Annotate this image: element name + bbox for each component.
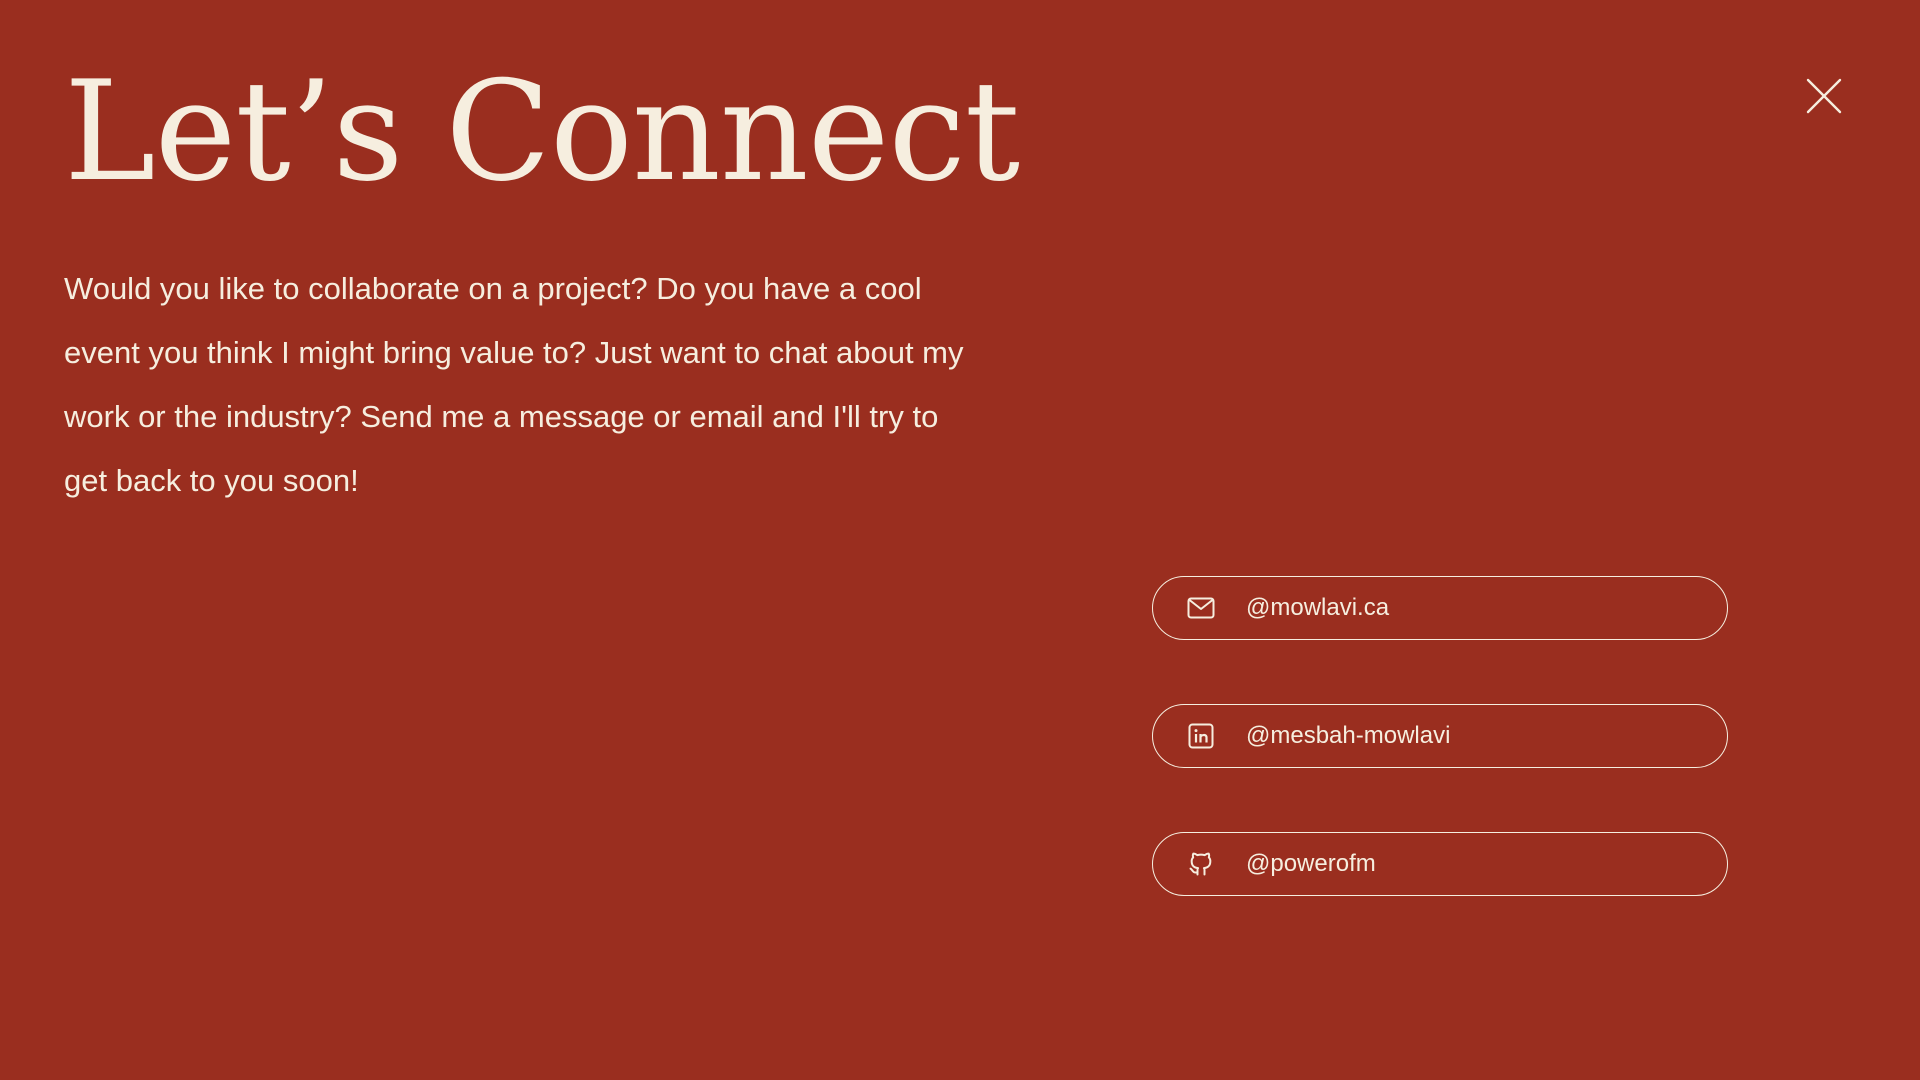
email-label: @mowlavi.ca — [1246, 594, 1390, 621]
page-title: Let’s Connect — [64, 51, 1020, 212]
contact-list: @mowlavi.ca @mesbah-mowlavi @powerofm — [1152, 576, 1728, 960]
email-link[interactable]: @mowlavi.ca — [1152, 576, 1728, 640]
mail-icon — [1186, 593, 1216, 623]
close-icon — [1806, 78, 1842, 114]
github-label: @powerofm — [1246, 850, 1376, 877]
close-button[interactable] — [1800, 72, 1848, 120]
linkedin-link[interactable]: @mesbah-mowlavi — [1152, 704, 1728, 768]
linkedin-icon — [1186, 721, 1216, 751]
intro-text: Would you like to collaborate on a proje… — [64, 271, 964, 498]
github-link[interactable]: @powerofm — [1152, 832, 1728, 896]
linkedin-label: @mesbah-mowlavi — [1246, 722, 1451, 749]
github-icon — [1186, 849, 1216, 879]
